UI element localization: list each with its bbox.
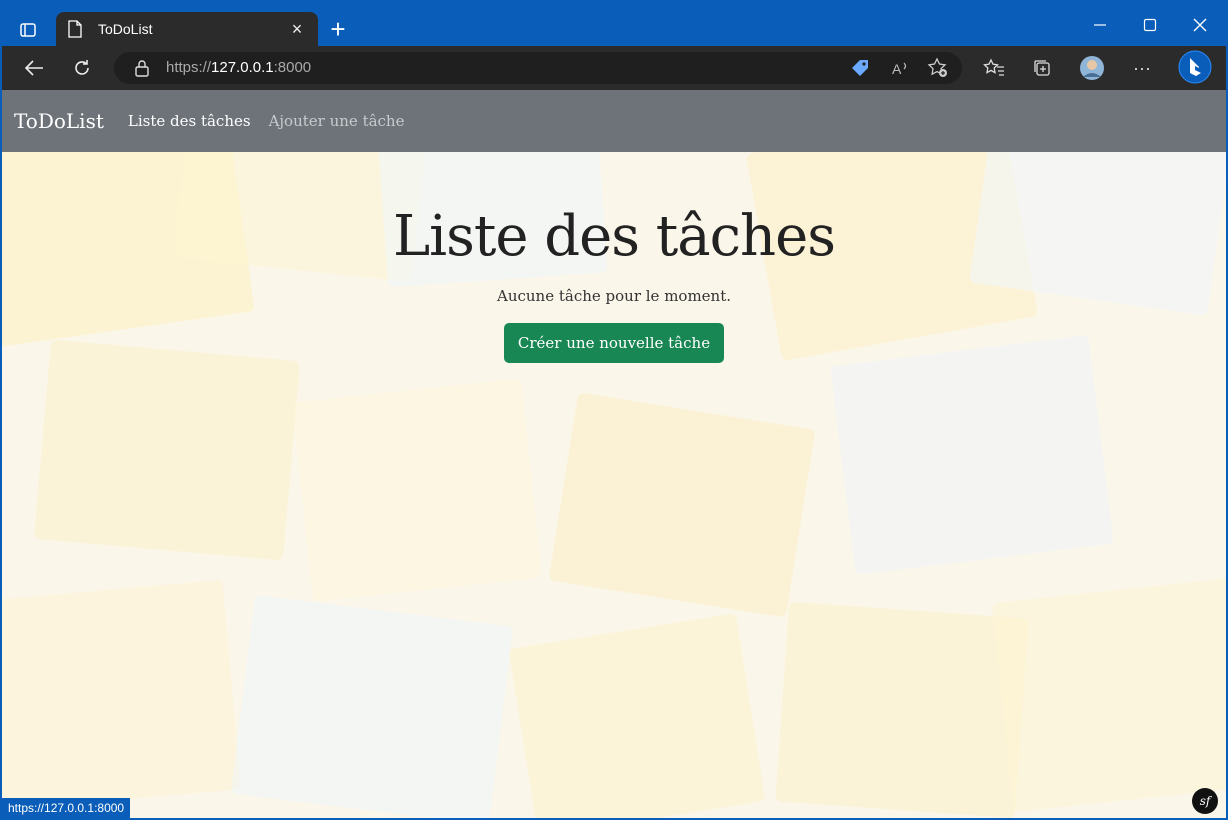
minimize-icon[interactable] [1080, 10, 1120, 40]
plus-icon[interactable]: + [324, 16, 352, 44]
browser-toolbar: https://127.0.0.1:8000 A ··· [2, 46, 1226, 90]
close-icon[interactable]: × [288, 19, 306, 39]
page-viewport: ToDoList Liste des tâches Ajouter une tâ… [2, 90, 1226, 818]
empty-state-message: Aucune tâche pour le moment. [496, 287, 732, 305]
collections-icon[interactable] [1028, 54, 1056, 82]
page-title: Liste des tâches [392, 204, 836, 269]
create-task-button[interactable]: Créer une nouvelle tâche [503, 323, 725, 363]
document-icon [68, 20, 86, 38]
favorites-icon[interactable] [980, 54, 1008, 82]
lock-icon[interactable] [134, 59, 152, 77]
price-tag-icon[interactable] [848, 56, 872, 80]
svg-text:A: A [892, 61, 902, 77]
nav-link-task-list[interactable]: Liste des tâches [128, 112, 251, 130]
tab-title: ToDoList [98, 21, 153, 37]
back-arrow-icon[interactable] [20, 54, 48, 82]
nav-link-add-task[interactable]: Ajouter une tâche [269, 112, 405, 130]
more-icon[interactable]: ··· [1128, 54, 1156, 82]
bing-icon[interactable] [1178, 50, 1212, 84]
url-text: https://127.0.0.1:8000 [166, 59, 312, 76]
maximize-icon[interactable] [1130, 10, 1170, 40]
read-aloud-icon[interactable]: A [888, 56, 912, 80]
browser-window: ToDoList × + https://127.0.0.1:8000 A ··… [0, 0, 1228, 820]
tab-actions-icon[interactable] [16, 18, 40, 42]
brand-link[interactable]: ToDoList [14, 109, 104, 133]
site-navbar: ToDoList Liste des tâches Ajouter une tâ… [2, 90, 1226, 152]
window-close-icon[interactable] [1180, 10, 1220, 40]
add-favorite-icon[interactable] [926, 56, 950, 80]
symfony-toolbar-icon[interactable]: sf [1192, 788, 1218, 814]
status-bar-url: https://127.0.0.1:8000 [2, 798, 131, 818]
profile-avatar-icon[interactable] [1078, 54, 1106, 82]
browser-tab[interactable]: ToDoList × [56, 12, 318, 46]
title-bar: ToDoList × + [2, 2, 1226, 46]
main-content: Liste des tâches Aucune tâche pour le mo… [2, 152, 1226, 363]
address-bar[interactable]: https://127.0.0.1:8000 A [114, 52, 962, 84]
refresh-icon[interactable] [68, 54, 96, 82]
